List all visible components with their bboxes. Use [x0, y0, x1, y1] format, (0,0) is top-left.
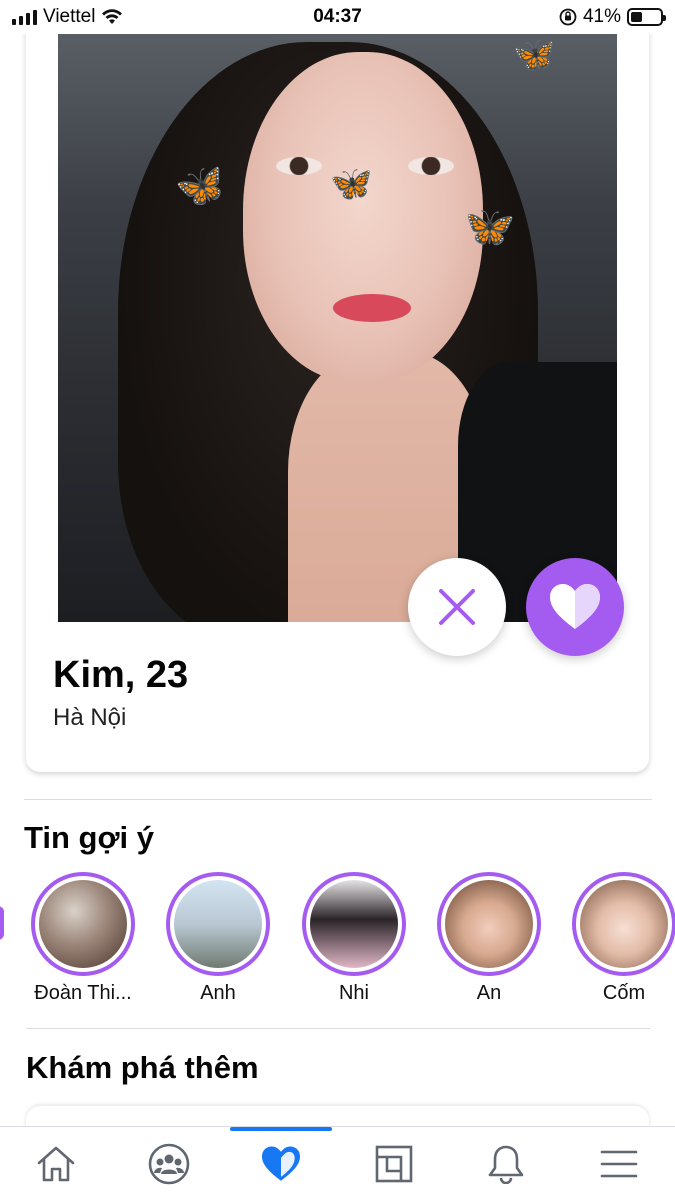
story-avatar [310, 880, 398, 968]
heart-icon [550, 584, 600, 629]
story-name: Nhi [338, 982, 369, 1004]
photo-face-shape [243, 52, 483, 382]
pass-button[interactable] [408, 558, 506, 656]
story-ring [437, 872, 541, 976]
like-button[interactable] [526, 558, 624, 656]
nav-notifications[interactable] [450, 1127, 563, 1200]
suggested-stories-row[interactable]: Đoàn Thi... Anh Nhi An Cốm [0, 872, 675, 1012]
home-icon [37, 1146, 75, 1181]
butterfly-sticker-icon: 🦋 [513, 36, 556, 74]
story-item[interactable]: An [437, 872, 541, 1005]
story-item[interactable]: Cốm [572, 872, 675, 1005]
story-name: An [476, 982, 502, 1004]
butterfly-sticker-icon: 🦋 [171, 160, 230, 214]
story-name: Cốm [602, 982, 646, 1004]
photo-lips [333, 294, 411, 322]
battery-fill [631, 12, 643, 22]
story-avatar [39, 880, 127, 968]
notifications-bell-icon [488, 1145, 524, 1184]
story-avatar [445, 880, 533, 968]
status-bar: Viettel 04:37 41% [0, 0, 675, 34]
suggested-stories-title: Tin gợi ý [24, 820, 154, 855]
bottom-navigation [0, 1126, 675, 1200]
story-name: Đoàn Thi... [34, 982, 132, 1004]
nav-marketplace[interactable] [338, 1127, 451, 1200]
divider [24, 799, 652, 800]
butterfly-sticker-icon: 🦋 [458, 199, 518, 255]
menu-icon [600, 1150, 638, 1177]
status-right: 41% [559, 6, 666, 28]
nav-menu[interactable] [563, 1127, 675, 1200]
dating-heart-icon [262, 1146, 301, 1181]
profile-photo[interactable]: 🦋 🦋 🦋 🦋 [58, 32, 617, 622]
butterfly-sticker-icon: 🦋 [330, 165, 373, 203]
nav-home[interactable] [0, 1127, 113, 1200]
story-avatar [580, 880, 668, 968]
close-icon [439, 589, 475, 625]
photo-right-eye [408, 157, 454, 175]
orientation-lock-icon [559, 8, 577, 26]
battery-icon [627, 8, 666, 26]
story-ring [166, 872, 270, 976]
story-ring [31, 872, 135, 976]
explore-more-title: Khám phá thêm [26, 1050, 259, 1085]
nav-dating[interactable] [225, 1127, 338, 1200]
nav-groups[interactable] [113, 1127, 226, 1200]
story-ring [572, 872, 675, 976]
profile-name-age: Kim, 23 [53, 654, 189, 696]
story-item[interactable]: Anh [166, 872, 270, 1005]
story-item[interactable]: Nhi [302, 872, 406, 1005]
story-avatar [174, 880, 262, 968]
marketplace-icon [375, 1145, 413, 1182]
dating-profile-card[interactable]: 🦋 🦋 🦋 🦋 Kim, 23 Hà Nội [26, 10, 649, 772]
story-ring [302, 872, 406, 976]
groups-icon [148, 1143, 190, 1184]
story-item[interactable]: Đoàn Thi... [31, 872, 135, 1005]
battery-percent: 41% [582, 6, 621, 27]
divider [26, 1028, 650, 1029]
profile-city: Hà Nội [53, 704, 127, 731]
photo-left-eye [276, 157, 322, 175]
story-name: Anh [200, 982, 236, 1004]
